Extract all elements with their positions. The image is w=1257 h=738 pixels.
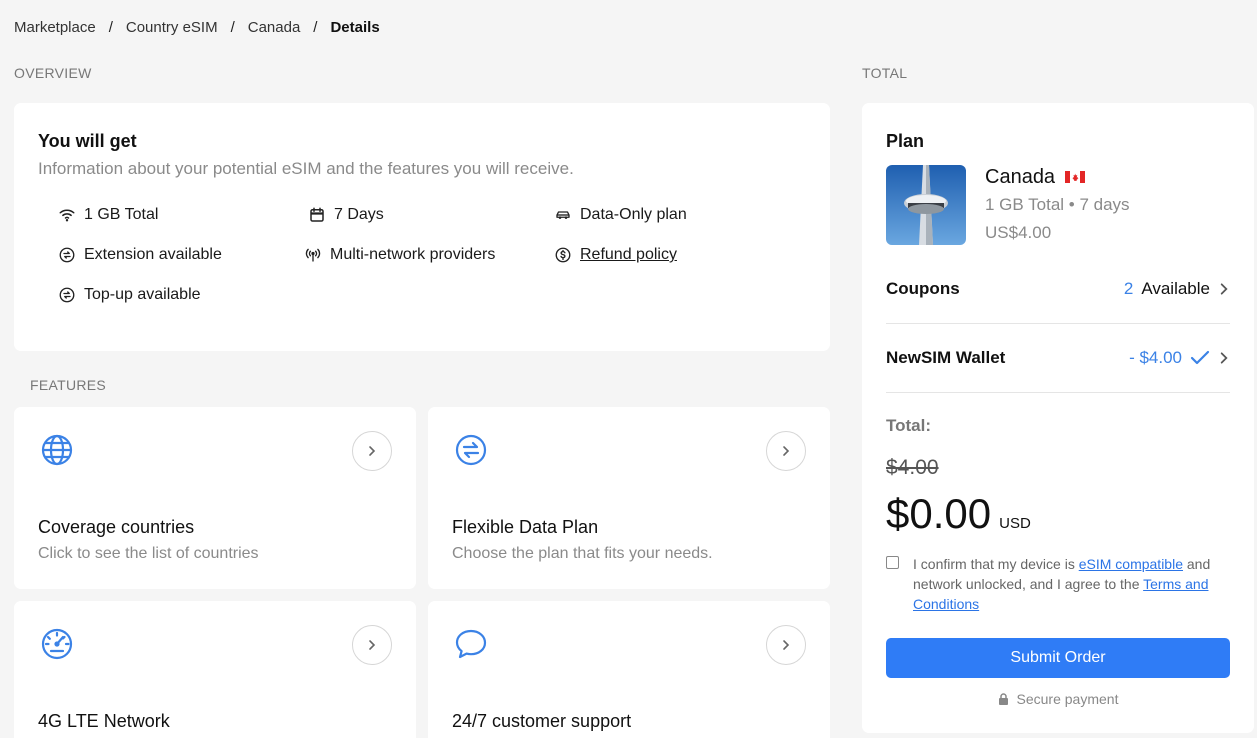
divider [886, 392, 1230, 393]
feature-card-support[interactable]: 24/7 customer support [428, 601, 830, 738]
lock-icon [998, 693, 1008, 705]
refresh-circle-icon [59, 287, 75, 303]
breadcrumb-canada[interactable]: Canada [248, 19, 301, 36]
flexible-subtitle: Choose the plan that fits your needs. [452, 545, 713, 562]
breadcrumb-marketplace[interactable]: Marketplace [14, 19, 96, 36]
plan-country-name: Canada [985, 166, 1056, 188]
feature-card-coverage[interactable]: Coverage countries Click to see the list… [14, 407, 416, 589]
feature-topup: Top-up available [58, 286, 201, 304]
feature-card-network[interactable]: 4G LTE Network [14, 601, 416, 738]
speedometer-icon [41, 628, 73, 660]
feature-plan-type-label: Data-Only plan [580, 206, 687, 223]
coupons-count: 2 [1123, 279, 1134, 298]
final-price: $0.00 USD [886, 490, 1031, 538]
chevron-right-icon [783, 446, 790, 456]
network-title: 4G LTE Network [38, 711, 170, 731]
swap-icon [455, 434, 487, 466]
breadcrumb: Marketplace / Country eSIM / Canada / De… [14, 19, 380, 36]
overview-section-label: OVERVIEW [14, 65, 92, 81]
support-title: 24/7 customer support [452, 711, 632, 731]
plan-heading: Plan [886, 131, 925, 151]
breadcrumb-separator: / [230, 19, 235, 36]
breadcrumb-separator: / [313, 19, 318, 36]
feature-topup-label: Top-up available [84, 286, 201, 303]
features-section-label: FEATURES [30, 377, 107, 393]
coverage-subtitle: Click to see the list of countries [38, 545, 259, 562]
total-panel: Plan Canada 1 GB Total • 7 days US$4.00 [862, 103, 1254, 733]
chat-bubble-icon [455, 629, 487, 659]
wallet-label: NewSIM Wallet [886, 348, 1006, 367]
final-price-amount: $0.00 [886, 490, 992, 537]
coverage-title: Coverage countries [38, 517, 195, 537]
feature-refund[interactable]: Refund policy [554, 246, 677, 264]
feature-data: 1 GB Total [58, 206, 158, 224]
plan-price: US$4.00 [985, 223, 1052, 242]
chevron-right-icon [783, 640, 790, 650]
feature-multi-network-label: Multi-network providers [330, 246, 496, 263]
refund-policy-link[interactable]: Refund policy [580, 246, 677, 264]
refresh-circle-icon [59, 247, 75, 263]
old-price: $4.00 [886, 456, 939, 479]
network-arrow-button[interactable] [352, 625, 392, 665]
chevron-right-icon [369, 446, 376, 456]
final-price-currency: USD [999, 515, 1031, 532]
wifi-icon [59, 209, 75, 222]
overview-title: You will get [38, 131, 137, 151]
confirm-text-part: I confirm that my device is [913, 556, 1079, 572]
flexible-arrow-button[interactable] [766, 431, 806, 471]
breadcrumb-country-esim[interactable]: Country eSIM [126, 19, 218, 36]
feature-days-label: 7 Days [334, 206, 384, 223]
submit-order-button[interactable]: Submit Order [886, 638, 1230, 678]
dollar-circle-icon [555, 247, 571, 263]
coupons-label: Coupons [886, 279, 960, 298]
breadcrumb-separator: / [108, 19, 113, 36]
coverage-arrow-button[interactable] [352, 431, 392, 471]
overview-subtitle: Information about your potential eSIM an… [38, 159, 574, 178]
chevron-right-icon [369, 640, 376, 650]
chevron-right-icon [1220, 283, 1228, 295]
secure-payment: Secure payment [886, 691, 1230, 707]
flexible-title: Flexible Data Plan [452, 517, 599, 537]
feature-extension: Extension available [58, 246, 222, 264]
total-label: Total: [886, 416, 932, 435]
feature-days: 7 Days [308, 206, 384, 224]
esim-compatible-link[interactable]: eSIM compatible [1079, 556, 1183, 572]
total-section-label: TOTAL [862, 65, 908, 81]
coupons-available: Available [1141, 279, 1210, 298]
feature-multi-network: Multi-network providers [304, 246, 495, 264]
divider [886, 323, 1230, 324]
confirm-text: I confirm that my device is eSIM compati… [913, 554, 1230, 614]
breadcrumb-details: Details [330, 19, 380, 36]
wallet-value[interactable]: - $4.00 [1129, 348, 1230, 368]
plan-meta: 1 GB Total • 7 days [985, 195, 1130, 214]
feature-extension-label: Extension available [84, 246, 222, 263]
wallet-row[interactable]: NewSIM Wallet - $4.00 [886, 346, 1230, 370]
confirm-section: I confirm that my device is eSIM compati… [886, 554, 1230, 614]
coupons-row[interactable]: Coupons 2 Available [886, 277, 1230, 301]
feature-plan-type: Data-Only plan [554, 206, 687, 224]
overview-card: You will get Information about your pote… [14, 103, 830, 351]
confirm-checkbox[interactable] [886, 556, 899, 569]
antenna-icon [305, 248, 321, 262]
feature-card-flexible[interactable]: Flexible Data Plan Choose the plan that … [428, 407, 830, 589]
flag-icon [1065, 166, 1086, 189]
plan-thumbnail [886, 165, 966, 245]
wallet-amount: - $4.00 [1129, 348, 1182, 367]
car-icon [556, 211, 570, 219]
globe-icon [41, 434, 73, 466]
coupons-value[interactable]: 2 Available [1124, 279, 1230, 299]
support-arrow-button[interactable] [766, 625, 806, 665]
feature-data-label: 1 GB Total [84, 206, 159, 223]
calendar-icon [310, 207, 324, 222]
plan-country: Canada [985, 166, 1086, 189]
chevron-right-icon [1220, 352, 1228, 364]
checkmark-icon [1190, 350, 1210, 365]
secure-payment-label: Secure payment [1016, 691, 1119, 707]
